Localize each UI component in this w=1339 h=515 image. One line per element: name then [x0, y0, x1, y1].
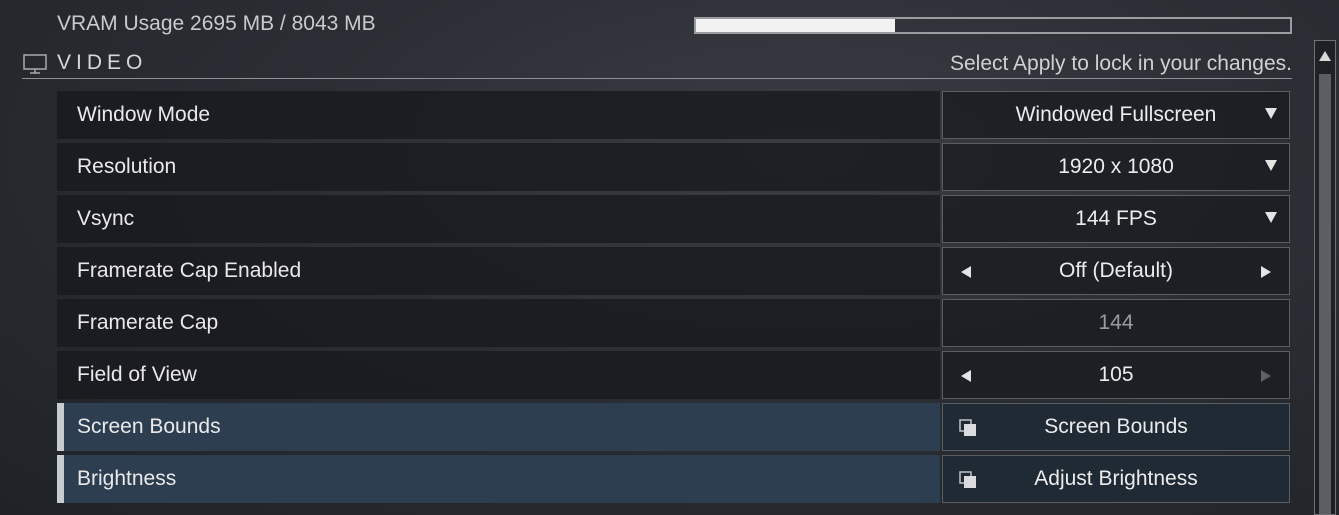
screen-bounds-button[interactable]: Screen Bounds [942, 403, 1290, 451]
vram-usage-label: VRAM Usage 2695 MB / 8043 MB [57, 12, 376, 35]
button-label: Screen Bounds [1044, 415, 1188, 438]
button-label: Adjust Brightness [1034, 467, 1198, 490]
field-value: 144 [1098, 311, 1134, 334]
caret-down-icon [1265, 212, 1277, 223]
vsync-dropdown[interactable]: 144 FPS [942, 195, 1290, 243]
setting-row-framerate-cap: Framerate Cap 144 [57, 299, 1290, 347]
framerate-cap-enabled-selector: Off (Default) [942, 247, 1290, 295]
section-header: VIDEO Select Apply to lock in your chang… [22, 50, 1292, 79]
selection-accent [57, 403, 64, 451]
selector-value: 105 [1098, 363, 1134, 386]
vram-usage-fill [696, 19, 895, 32]
dropdown-value: 144 FPS [1075, 207, 1157, 230]
resolution-dropdown[interactable]: 1920 x 1080 [942, 143, 1290, 191]
monitor-icon [23, 54, 47, 74]
caret-down-icon [1265, 108, 1277, 119]
window-mode-dropdown[interactable]: Windowed Fullscreen [942, 91, 1290, 139]
setting-row-resolution[interactable]: Resolution 1920 x 1080 [57, 143, 1290, 191]
selection-accent [57, 455, 64, 503]
framerate-cap-field: 144 [942, 299, 1290, 347]
vram-usage-bar [694, 17, 1292, 34]
dropdown-value: 1920 x 1080 [1058, 155, 1174, 178]
section-hint: Select Apply to lock in your changes. [949, 52, 1292, 75]
scroll-thumb[interactable] [1319, 74, 1331, 514]
selector-value: Off (Default) [1059, 259, 1173, 282]
dropdown-value: Windowed Fullscreen [1015, 103, 1217, 126]
setting-label: Resolution [77, 155, 177, 178]
setting-label: Field of View [77, 363, 197, 386]
setting-label: Framerate Cap Enabled [77, 259, 302, 282]
section-title: VIDEO [57, 51, 148, 74]
arrow-right-icon [1261, 370, 1271, 382]
caret-down-icon [1265, 160, 1277, 171]
field-of-view-selector: 105 [942, 351, 1290, 399]
setting-row-vsync[interactable]: Vsync 144 FPS [57, 195, 1290, 243]
setting-row-brightness[interactable]: Brightness Adjust Brightness [57, 455, 1290, 503]
setting-label: Vsync [77, 207, 135, 230]
setting-row-framerate-cap-enabled[interactable]: Framerate Cap Enabled Off (Default) [57, 247, 1290, 295]
adjust-brightness-button[interactable]: Adjust Brightness [942, 455, 1290, 503]
arrow-right-icon[interactable] [1261, 266, 1271, 278]
setting-label: Screen Bounds [77, 415, 221, 438]
scrollbar[interactable] [1314, 40, 1336, 515]
setting-label: Framerate Cap [77, 311, 219, 334]
setting-row-window-mode[interactable]: Window Mode Windowed Fullscreen [57, 91, 1290, 139]
setting-label: Brightness [77, 467, 177, 490]
settings-list: Window Mode Windowed Fullscreen Resoluti… [57, 91, 1290, 507]
setting-row-screen-bounds[interactable]: Screen Bounds Screen Bounds [57, 403, 1290, 451]
scroll-up-icon[interactable] [1319, 51, 1331, 61]
setting-label: Window Mode [77, 103, 211, 126]
setting-row-field-of-view[interactable]: Field of View 105 [57, 351, 1290, 399]
